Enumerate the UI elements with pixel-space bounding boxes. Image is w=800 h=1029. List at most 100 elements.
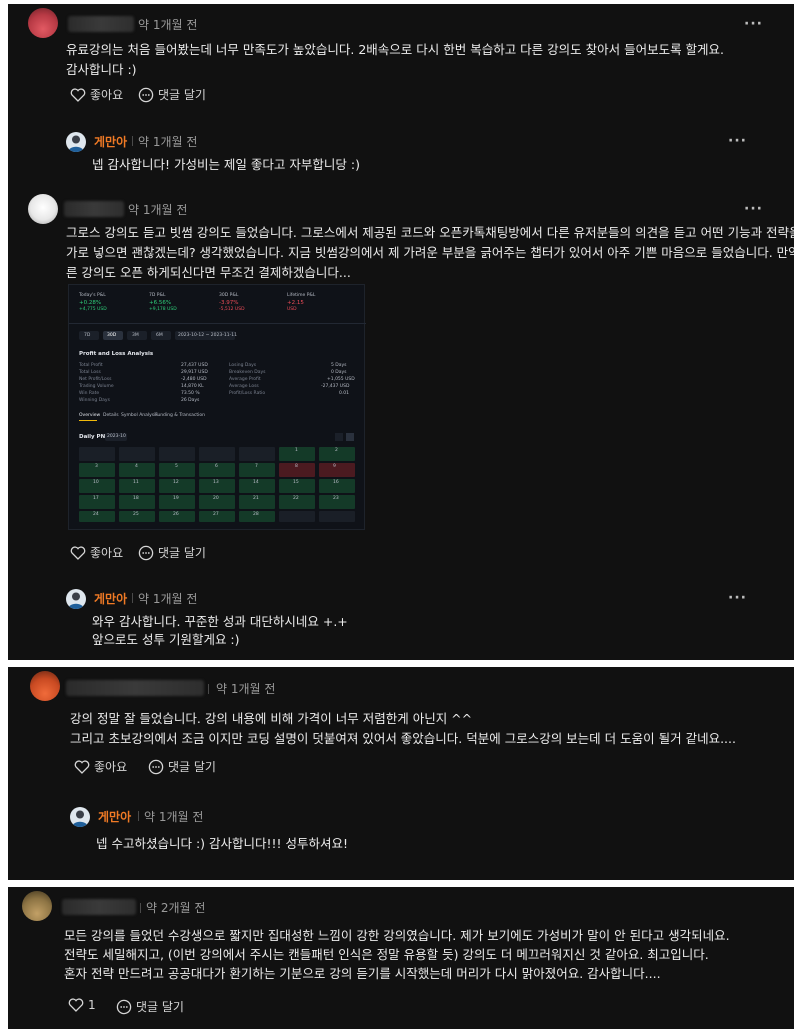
reply-button[interactable]: 댓글 달기	[138, 86, 206, 103]
person-icon	[68, 592, 84, 609]
comment-text-line: 감사합니다 :)	[66, 62, 137, 77]
row-label: Total Loss	[79, 370, 101, 375]
comment-bubble-icon	[148, 759, 164, 774]
commenter-avatar[interactable]	[30, 671, 60, 701]
row-value: -27,437 USD	[321, 384, 350, 389]
comment-bubble-icon	[138, 545, 154, 560]
reply-label: 댓글 달기	[158, 546, 206, 560]
filter-chip[interactable]: 3M	[127, 331, 147, 340]
comment-time: 약 1개월 전	[128, 203, 188, 217]
commenter-name-blurred	[66, 680, 204, 696]
month-select[interactable]: 2023-10	[105, 433, 127, 441]
more-options-icon[interactable]: ···	[744, 16, 763, 32]
person-icon	[72, 810, 88, 827]
reply-text-line: 앞으로도 성투 기원할게요 :)	[92, 632, 240, 647]
comment-text-line: 강의 정말 잘 들었습니다. 강의 내용에 비해 가격이 너무 저렴한게 아닌지…	[70, 711, 473, 726]
stat-label: Lifetime P&L	[287, 293, 316, 298]
stat-value: -3.97%	[219, 300, 239, 306]
row-value: 14,870 KL	[181, 384, 204, 389]
comment-text-line: 른 강의도 오픈 하게되신다면 무조건 결제하겠습니다...	[66, 265, 351, 280]
row-value: 0.01	[339, 391, 350, 396]
stat-sub: USD	[287, 307, 297, 312]
filter-chip[interactable]: 7D	[79, 331, 99, 340]
stat-value: +2.15	[287, 300, 304, 306]
more-options-icon[interactable]: ···	[728, 590, 747, 606]
date-range-picker[interactable]: 2023-10-12 ~ 2023-11-11	[175, 331, 237, 340]
commenter-name-blurred	[68, 16, 134, 32]
stat-sub: -5,512 USD	[219, 307, 245, 312]
heart-icon	[74, 759, 90, 774]
reply-button[interactable]: 댓글 달기	[138, 544, 206, 561]
comment-text-line: 그로스 강의도 듣고 빗썸 강의도 들었습니다. 그로스에서 제공된 코드와 오…	[66, 225, 794, 240]
reply-button[interactable]: 댓글 달기	[116, 998, 184, 1015]
heart-icon	[68, 998, 84, 1012]
row-value: 29,917 USD	[181, 370, 208, 375]
row-value: +1,055 USD	[327, 377, 355, 382]
heart-icon	[70, 545, 86, 560]
commenter-avatar[interactable]	[28, 8, 58, 38]
reply-time: 약 1개월 전	[138, 135, 198, 149]
row-label: Win Rate	[79, 391, 100, 396]
row-value: 26 Days	[181, 398, 200, 403]
comments-panel-2: 약 1개월 전 강의 정말 잘 들었습니다. 강의 내용에 비해 가격이 너무 …	[8, 667, 794, 880]
comment-bubble-icon	[116, 999, 132, 1014]
row-value: 73.50 %	[181, 391, 200, 396]
section-title: Profit and Loss Analysis	[79, 351, 154, 357]
row-label: Breakeven Days	[229, 370, 266, 375]
like-button[interactable]: 좋아요	[70, 86, 123, 103]
like-button[interactable]: 좋아요	[74, 758, 127, 775]
stat-value: +0.28%	[79, 300, 102, 306]
divider	[138, 811, 139, 821]
row-label: Trading Volume	[79, 384, 114, 389]
tab-overview[interactable]: Overview	[79, 413, 100, 419]
commenter-avatar[interactable]	[22, 891, 52, 921]
reply-text-line: 와우 감사합니다. 꾸준한 성과 대단하시네요 +.+	[92, 614, 348, 629]
comment-text-line: 전략도 세밀해지고, (이번 강의에서 주시는 캔들패턴 인식은 정말 유용할 …	[64, 947, 709, 962]
divider	[208, 684, 209, 694]
calendar-next-button[interactable]	[346, 433, 354, 441]
row-label: Profit/Loss Ratio	[229, 391, 266, 396]
row-label: Losing Days	[229, 363, 257, 368]
divider	[132, 136, 133, 146]
reply-author-avatar[interactable]	[70, 807, 90, 827]
stat-sub: +9,178 USD	[149, 307, 177, 312]
row-value: 5 Days	[331, 363, 347, 368]
tab-details[interactable]: Details	[103, 413, 119, 419]
tab-symbol-analysis[interactable]: Symbol Analysis	[121, 413, 158, 419]
filter-chip[interactable]: 6M	[151, 331, 171, 340]
like-label: 좋아요	[94, 760, 128, 774]
commenter-avatar[interactable]	[28, 194, 58, 224]
reply-time: 약 1개월 전	[138, 592, 198, 606]
like-button[interactable]: 좋아요	[70, 544, 123, 561]
row-value: -2,480 USD	[181, 377, 207, 382]
comment-text-line: 유료강의는 처음 들어봤는데 너무 만족도가 높았습니다. 2배속으로 다시 한…	[66, 42, 725, 57]
reply-label: 댓글 달기	[168, 760, 216, 774]
comment-bubble-icon	[138, 87, 154, 102]
row-label: Winning Days	[79, 398, 110, 403]
row-value: 27,437 USD	[181, 363, 208, 368]
pnl-calendar: 1 2 3 4 5 6 7 8 9 10 11 12 13 14 15 16 1…	[79, 447, 359, 523]
comments-panel-3: 약 2개월 전 모든 강의를 들었던 수강생으로 짧지만 집대성한 느낌이 강한…	[8, 887, 794, 1029]
tab-funding[interactable]: Funding & Transaction	[155, 413, 205, 419]
reply-author-name[interactable]: 게만아	[94, 590, 127, 607]
reply-button[interactable]: 댓글 달기	[148, 758, 216, 775]
more-options-icon[interactable]: ···	[744, 201, 763, 217]
reply-author-name[interactable]: 게만아	[94, 133, 127, 150]
reply-author-avatar[interactable]	[66, 589, 86, 609]
calendar-prev-button[interactable]	[335, 433, 343, 441]
stat-label: 7D P&L	[149, 293, 166, 298]
filter-chip-active[interactable]: 30D	[103, 331, 123, 340]
commenter-name-blurred	[64, 201, 124, 217]
commenter-name-blurred	[62, 899, 136, 915]
comment-text-line: 모든 강의를 들었던 수강생으로 짧지만 집대성한 느낌이 강한 강의였습니다.…	[64, 928, 730, 943]
comment-time: 약 1개월 전	[138, 18, 198, 32]
like-button[interactable]: 1	[68, 998, 96, 1012]
reply-author-name[interactable]: 게만아	[98, 808, 131, 825]
comment-text-line: 혼자 전략 만드려고 공공대다가 환기하는 기분으로 강의 듣기를 시작했는데 …	[64, 966, 661, 981]
attached-image[interactable]: Today's P&L +0.28% +4,775 USD 7D P&L +6.…	[68, 284, 366, 530]
comment-text-line: 그리고 초보강의에서 조금 이지만 코딩 설명이 덧붙여져 있어서 좋았습니다.…	[70, 731, 736, 746]
more-options-icon[interactable]: ···	[728, 133, 747, 149]
reply-time: 약 1개월 전	[144, 810, 204, 824]
heart-icon	[70, 87, 86, 102]
reply-author-avatar[interactable]	[66, 132, 86, 152]
